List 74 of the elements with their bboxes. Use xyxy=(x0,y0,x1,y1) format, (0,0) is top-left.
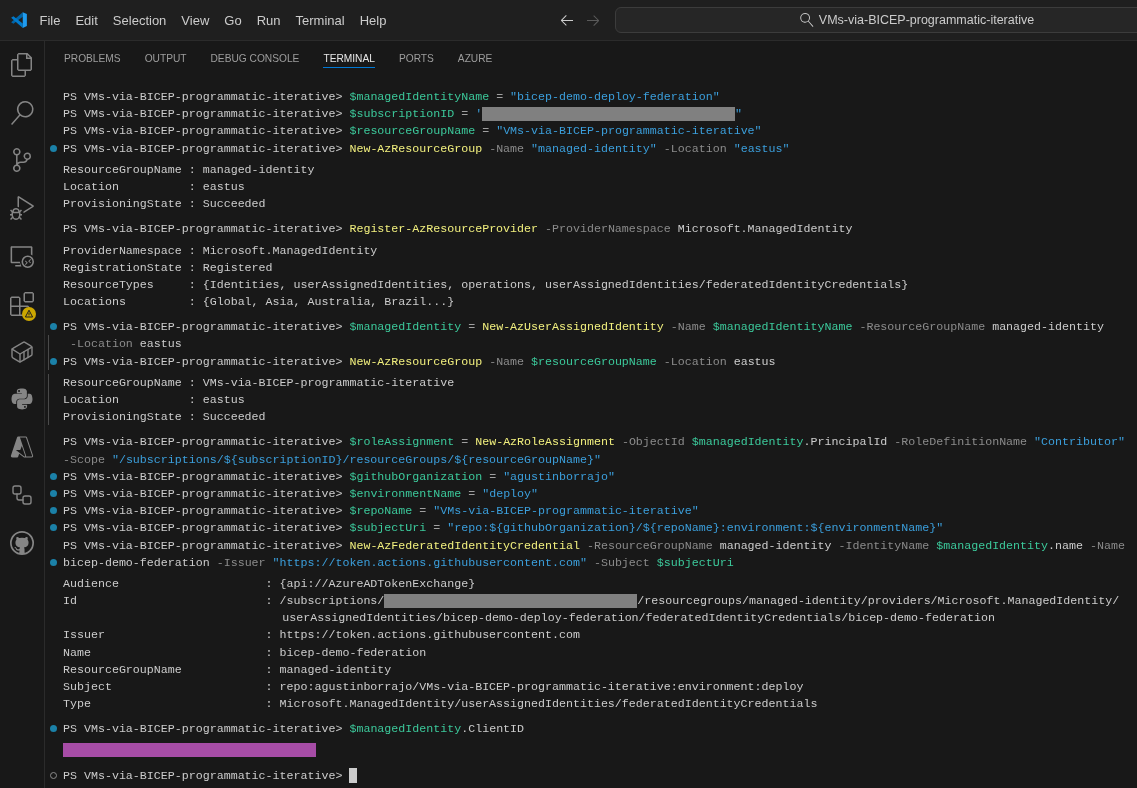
menu-item[interactable]: Run xyxy=(249,8,288,32)
command-line: PS VMs-via-BICEP-programmatic-iterative> New-AzResourceGroup -Name $resourceGroupName -Location eastus xyxy=(63,353,776,370)
status-dot-icon[interactable] xyxy=(50,323,57,331)
command-line: PS VMs-via-BICEP-programmatic-iterative> $managedIdentityName = "bicep-demo-deploy-federation" xyxy=(63,89,720,105)
panel-tab[interactable]: TERMINAL xyxy=(323,41,375,68)
command-line: PS VMs-via-BICEP-programmatic-iterative> $subjectUri = "repo:${githubOrganization}/${repoName}:environment:${environmentName}" xyxy=(63,520,944,537)
output-line: ProvisioningState : Succeeded xyxy=(63,409,266,426)
output-line: ResourceTypes : {Identities, userAssignedIdentities, operations, userAssignedIdentities/federatedIdentityCredentials} xyxy=(63,276,909,293)
output-line: ResourceGroupName : managed-identity xyxy=(63,161,315,178)
output-line: Type : Microsoft.ManagedIdentity/userAssignedIdentities/federatedIdentityCredentials xyxy=(63,696,818,713)
search-icon xyxy=(799,13,814,27)
status-dot-icon[interactable] xyxy=(50,507,57,515)
output-line: Locations : {Global, Asia, Australia, Brazil...} xyxy=(63,294,455,311)
command-line: -Location eastus xyxy=(69,336,182,353)
output-line: userAssignedIdentities/bicep-demo-deploy-federation/federatedIdentityCredentials/bicep-demo-federation xyxy=(282,610,995,627)
command-line: PS VMs-via-BICEP-programmatic-iterative> New-AzFederatedIdentityCredential -ResourceGroupName managed-identity -IdentityName $managedIdentity.name -Name xyxy=(63,537,1125,554)
menu-item[interactable]: Selection xyxy=(105,8,174,32)
files-icon xyxy=(10,52,34,77)
container-icon xyxy=(10,339,34,364)
status-dot-icon[interactable] xyxy=(50,558,57,566)
output-line: ResourceGroupName : VMs-via-BICEP-programmatic-iterative xyxy=(63,374,455,391)
connected-boxes-icon xyxy=(10,483,34,508)
command-text: " xyxy=(735,106,743,123)
menu-item[interactable]: Edit xyxy=(67,8,106,32)
search-icon xyxy=(10,100,34,125)
python-logo-icon xyxy=(10,387,34,412)
menu-item[interactable]: Help xyxy=(352,8,394,32)
status-dot-icon[interactable] xyxy=(50,472,57,480)
panel-tab[interactable]: PORTS xyxy=(398,41,434,68)
output-line: Location : eastus xyxy=(63,178,245,195)
command-line: PS VMs-via-BICEP-programmatic-iterative> New-AzResourceGroup -Name "managed-identity" -Location "eastus" xyxy=(63,140,790,157)
command-line: PS VMs-via-BICEP-programmatic-iterative> $roleAssignment = New-AzRoleAssignment -ObjectId $managedIdentity.PrincipalId -RoleDefinitionName "Contributor" xyxy=(63,434,1125,451)
command-center[interactable]: VMs-via-BICEP-programmatic-iterative xyxy=(615,7,1137,33)
output-line: Audience : {api://AzureADTokenExchange} xyxy=(63,575,476,592)
command-line: PS VMs-via-BICEP-programmatic-iterative> $resourceGroupName = "VMs-via-BICEP-programmatic-iterative" xyxy=(63,123,762,140)
command-line: PS VMs-via-BICEP-programmatic-iterative> Register-AzResourceProvider -ProviderNamespace Microsoft.ManagedIdentity xyxy=(63,221,853,238)
status-dot-icon[interactable] xyxy=(50,490,57,498)
app-logo-icon xyxy=(10,11,28,29)
play-bug-icon xyxy=(10,196,34,221)
output-text: /resourcegroups/managed-identity/providers/Microsoft.ManagedIdentity/ xyxy=(637,593,1120,610)
monitor-icon xyxy=(10,244,34,269)
menu-item[interactable]: Terminal xyxy=(288,8,353,32)
status-dot-icon[interactable] xyxy=(50,144,57,152)
command-line: PS VMs-via-BICEP-programmatic-iterative> $environmentName = "deploy" xyxy=(63,485,539,502)
output-line: RegistrationState : Registered xyxy=(63,259,273,276)
command-line: PS VMs-via-BICEP-programmatic-iterative> $repoName = "VMs-via-BICEP-programmatic-iterative" xyxy=(63,503,699,520)
command-text: PS VMs-via-BICEP-programmatic-iterative> $subscriptionID = ' xyxy=(63,106,483,123)
command-line: bicep-demo-federation -Issuer "https://token.actions.githubusercontent.com" -Subject $subjectUri xyxy=(63,554,734,571)
panel-tab[interactable]: AZURE xyxy=(457,41,493,68)
panel-tab[interactable]: OUTPUT xyxy=(144,41,187,68)
panel-tab[interactable]: DEBUG CONSOLE xyxy=(210,41,300,68)
output-line: ProviderNamespace : Microsoft.ManagedIdentity xyxy=(63,242,378,259)
panel-tab[interactable]: PROBLEMS xyxy=(64,41,121,68)
status-dot-icon[interactable] xyxy=(50,357,57,365)
output-line: Name : bicep-demo-federation xyxy=(63,644,427,661)
command-line: PS VMs-via-BICEP-programmatic-iterative> $managedIdentity.ClientID xyxy=(63,721,525,738)
menu-item[interactable]: Go xyxy=(216,8,250,32)
command-line: PS VMs-via-BICEP-programmatic-iterative> $githubOrganization = "agustinborrajo" xyxy=(63,468,615,485)
a-logo-icon xyxy=(10,435,34,460)
command-line: PS VMs-via-BICEP-programmatic-iterative> xyxy=(63,767,344,784)
output-line: Issuer : https://token.actions.githubusercontent.com xyxy=(63,627,580,644)
output-line: Location : eastus xyxy=(63,392,245,408)
menu-item[interactable]: File xyxy=(32,8,68,32)
output-line: ProvisioningState : Succeeded xyxy=(63,196,266,213)
output-text: Id : /subscriptions/ xyxy=(63,593,385,610)
github-icon xyxy=(10,530,34,555)
command-line: PS VMs-via-BICEP-programmatic-iterative> $managedIdentity = New-AzUserAssignedIdentity -Name $managedIdentityName -ResourceGroupName managed-identity xyxy=(63,319,1104,336)
output-line: Subject : repo:agustinborrajo/VMs-via-BICEP-programmatic-iterative:environment:deploy xyxy=(63,679,804,695)
status-dot-icon[interactable] xyxy=(50,524,57,532)
status-dot-icon[interactable] xyxy=(50,725,57,733)
output-line: ResourceGroupName : managed-identity xyxy=(63,661,392,678)
branch-icon xyxy=(10,148,34,173)
command-line: -Scope "/subscriptions/${subscriptionID}/resourceGroups/${resourceGroupName}" xyxy=(63,451,601,468)
menu-item[interactable]: View xyxy=(173,8,217,32)
